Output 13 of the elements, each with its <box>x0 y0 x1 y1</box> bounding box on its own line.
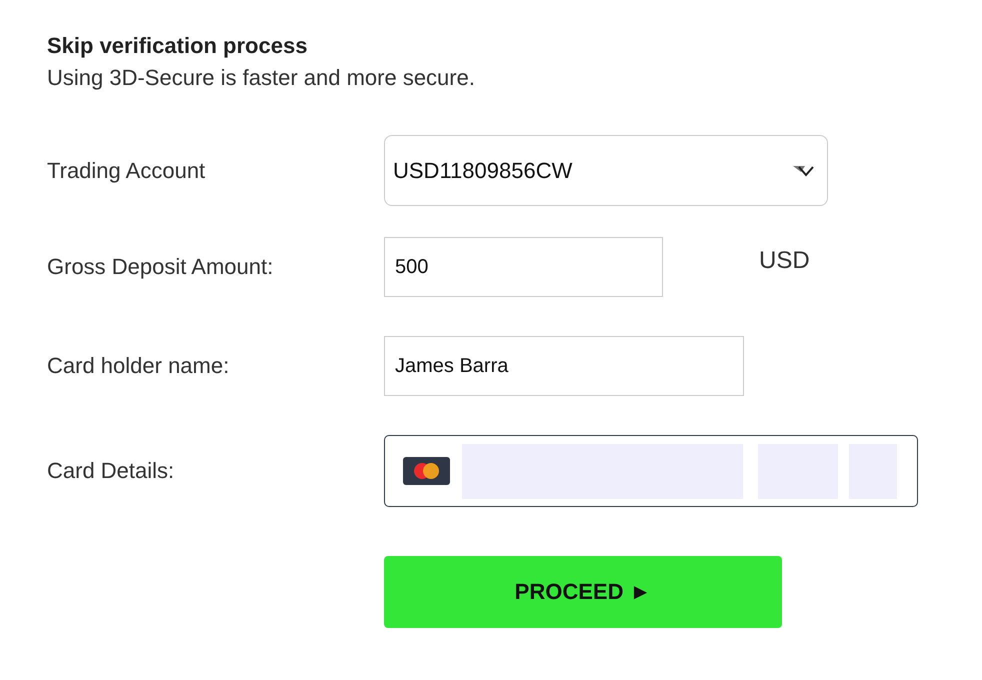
section-subtitle: Using 3D-Secure is faster and more secure. <box>47 65 476 91</box>
field-label: Gross Deposit Amount: <box>47 254 274 280</box>
card-details-field[interactable] <box>384 435 918 507</box>
currency-label: USD <box>759 247 810 275</box>
account-select[interactable]: USD11809856CW <box>384 135 828 206</box>
name-field[interactable]: James Barra <box>384 336 744 396</box>
field-label: Trading Account <box>47 158 206 184</box>
section-title: Skip verification process <box>47 33 308 59</box>
field-label: Card Details: <box>47 458 176 484</box>
proceed-button[interactable]: PROCEED ► <box>384 556 782 628</box>
amount-field[interactable]: 500 <box>384 237 663 297</box>
card-brand-icon <box>403 457 450 485</box>
field-label: Card holder name: <box>47 353 230 379</box>
